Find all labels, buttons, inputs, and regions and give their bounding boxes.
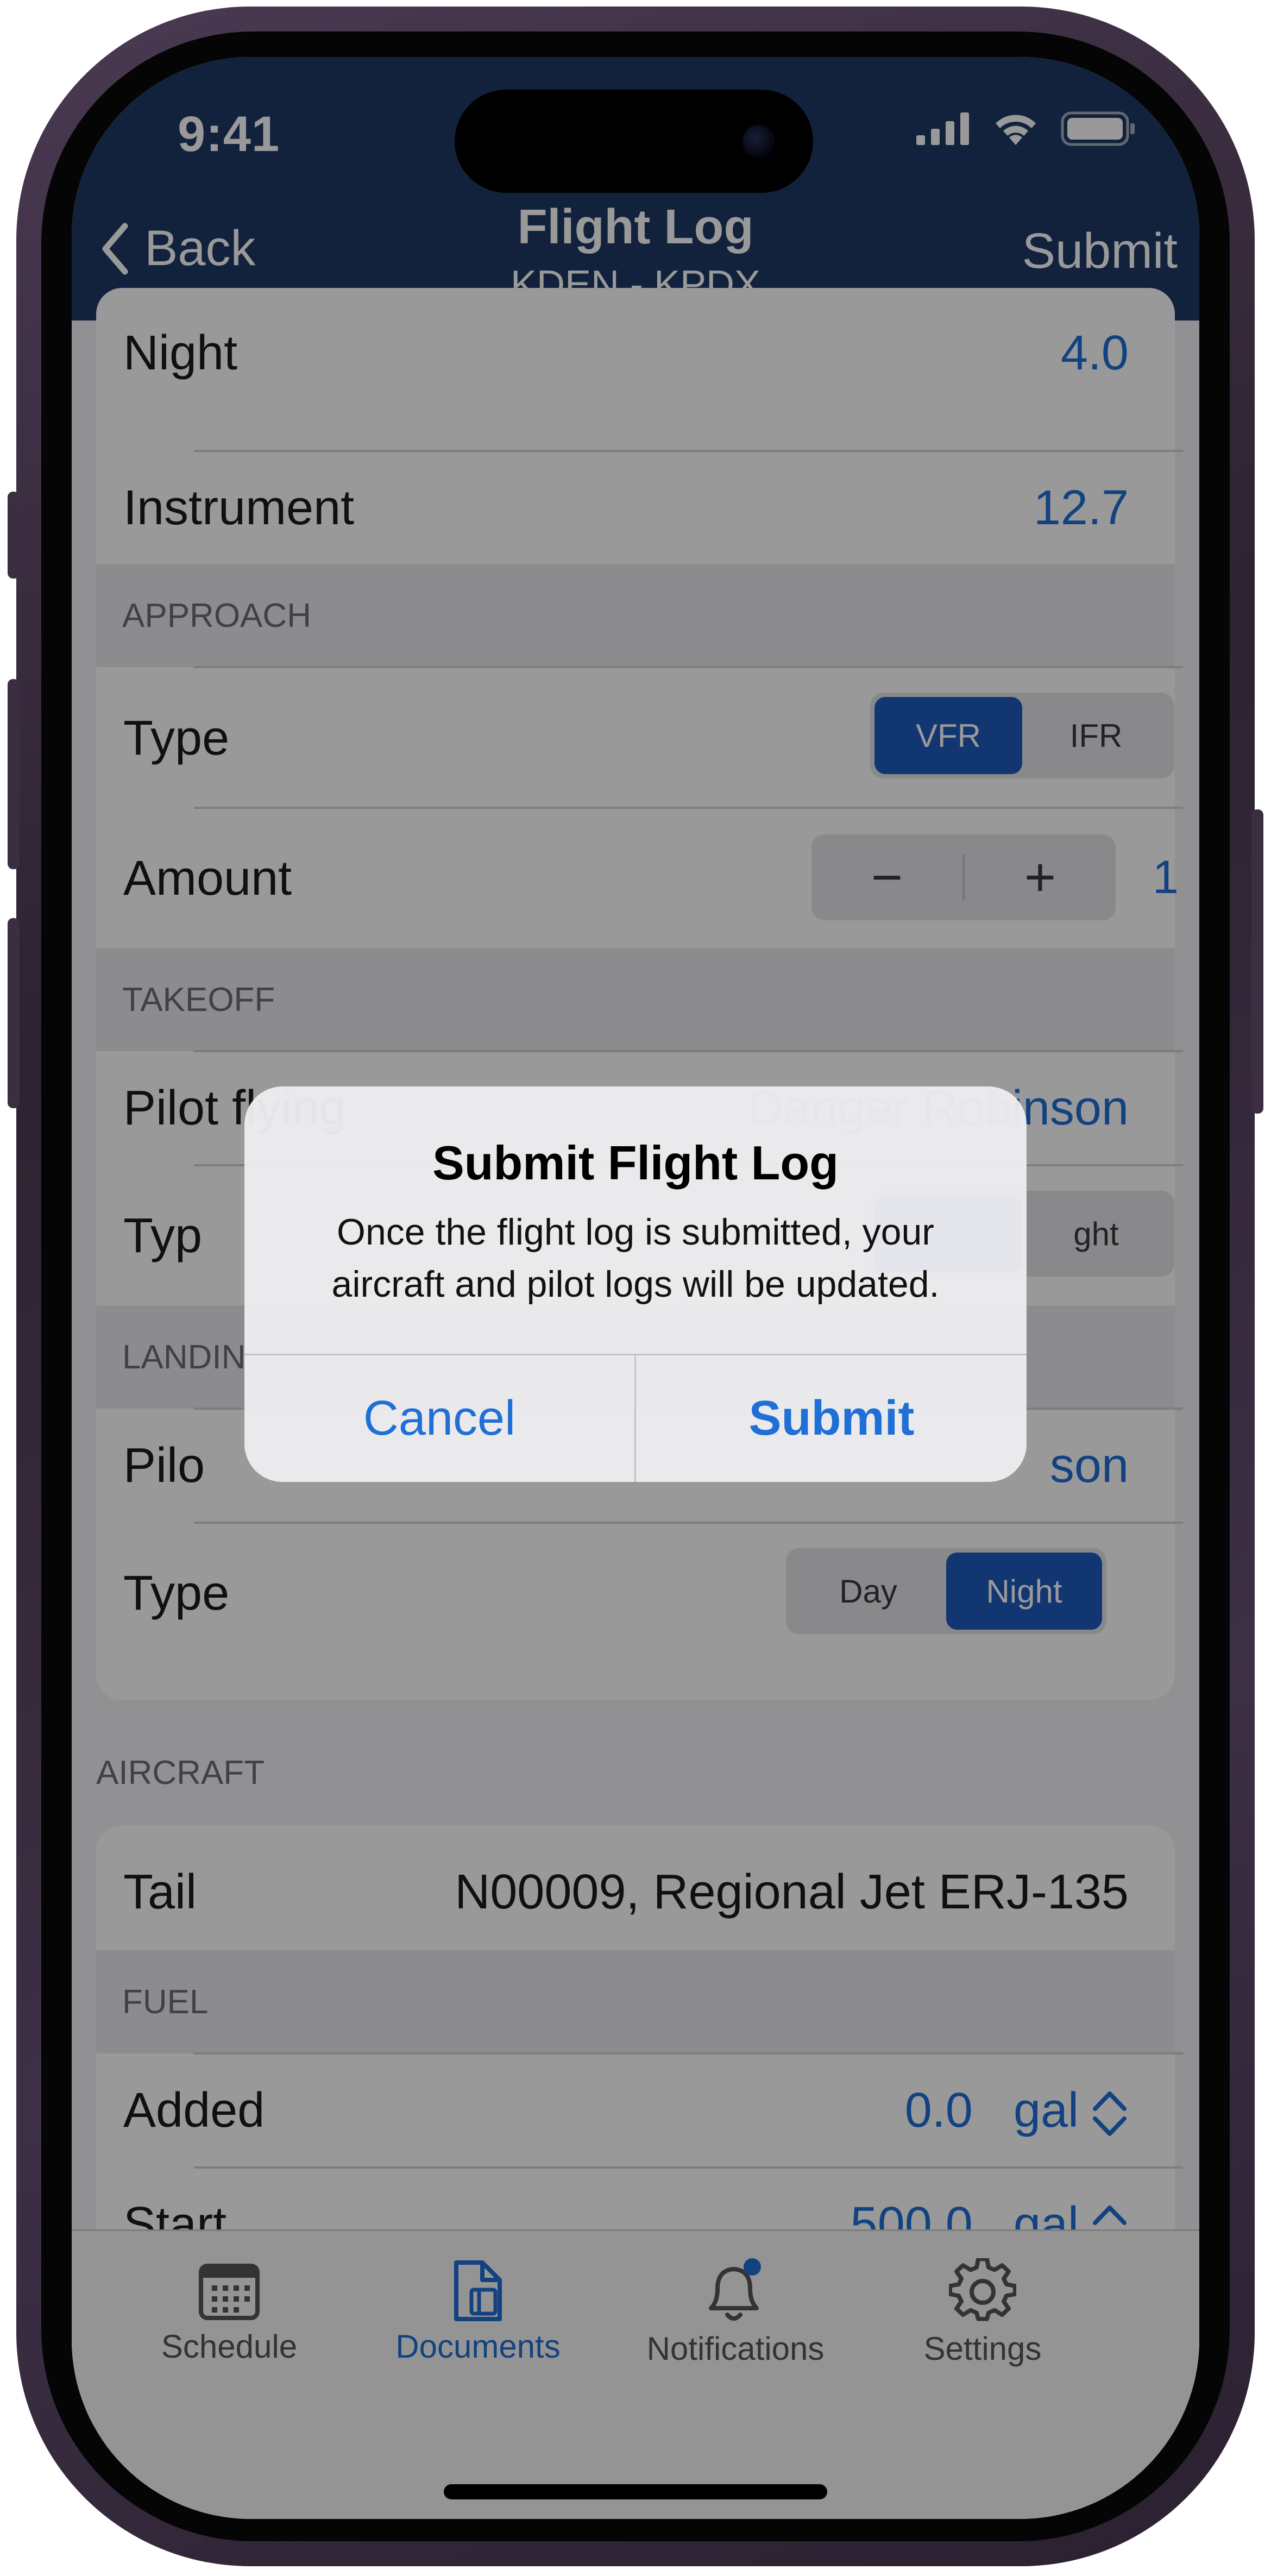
phone-screen: 9:41 Back Flight Log KDEN - KPDX Submit …	[72, 57, 1199, 2519]
alert-submit-button[interactable]: Submit	[637, 1355, 1027, 1482]
home-indicator[interactable]	[444, 2484, 827, 2499]
alert-title: Submit Flight Log	[432, 1136, 839, 1190]
power-button	[1251, 809, 1263, 1114]
alert-button-divider	[634, 1354, 636, 1482]
submit-alert-dialog: Submit Flight Log Once the flight log is…	[244, 1086, 1027, 1482]
volume-down-button	[8, 918, 20, 1108]
alert-cancel-button[interactable]: Cancel	[244, 1355, 634, 1482]
alert-message: Once the flight log is submitted, your a…	[331, 1211, 940, 1305]
silent-switch	[8, 492, 20, 579]
volume-up-button	[8, 679, 20, 869]
